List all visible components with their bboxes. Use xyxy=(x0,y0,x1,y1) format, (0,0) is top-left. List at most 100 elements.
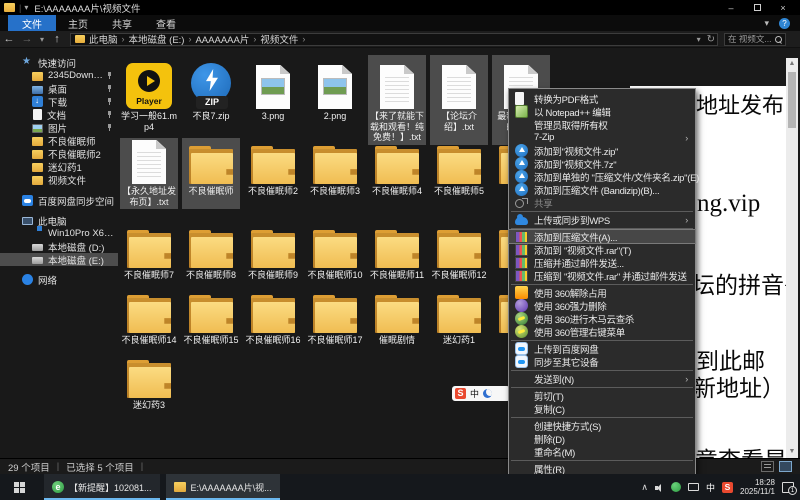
sidebar-item[interactable]: 迷幻药1 xyxy=(0,160,118,173)
sidebar-item[interactable]: 2345Downloads xyxy=(0,69,118,82)
file-item[interactable]: 不良催眠师11 xyxy=(368,222,426,283)
taskbar-task[interactable]: E:\AAAAAAA片\视... xyxy=(166,474,280,500)
context-menu-item[interactable]: 使用 360进行木马云查杀 xyxy=(509,312,695,325)
sidebar-item[interactable]: 文档 xyxy=(0,108,118,121)
sidebar-item[interactable]: 下载 xyxy=(0,95,118,108)
tab-home[interactable]: 主页 xyxy=(56,15,100,31)
sogou-ime-bar[interactable]: S 中 xyxy=(452,386,510,401)
taskbar-task[interactable]: e【新提醒】102081... xyxy=(44,474,160,500)
file-item[interactable]: 不良催眠师3 xyxy=(306,138,364,209)
file-item[interactable]: 不良催眠师8 xyxy=(182,222,240,283)
clock[interactable]: 18:28 2025/11/1 xyxy=(740,478,775,496)
context-menu-item[interactable]: 使用 360解除占用 xyxy=(509,286,695,299)
context-menu-item[interactable]: 添加到"视频文件.7z" xyxy=(509,157,695,170)
file-item[interactable]: 不良催眠师5 xyxy=(430,138,488,209)
recent-locations-icon[interactable]: ▾ xyxy=(36,35,48,44)
qat-dropdown-icon[interactable]: ▾ xyxy=(24,3,28,12)
context-menu-item[interactable]: 压缩到 "视频文件.rar" 并通过邮件发送 xyxy=(509,269,695,282)
ime-language-indicator[interactable]: 中 xyxy=(706,481,715,494)
address-dropdown-icon[interactable]: ▾ xyxy=(697,35,701,44)
sidebar-item[interactable]: Win10Pro X64 (C:) xyxy=(0,227,118,240)
action-center-icon[interactable]: 1 xyxy=(782,482,794,493)
file-item[interactable]: 不良催眠师16 xyxy=(244,287,302,348)
breadcrumb-item[interactable]: 本地磁盘 (E:) xyxy=(129,32,185,46)
context-menu-item[interactable]: 以 Notepad++ 编辑 xyxy=(509,105,695,118)
search-box[interactable]: 在 视频文... xyxy=(724,33,786,46)
ribbon-expand-icon[interactable]: ▾ xyxy=(764,18,769,29)
file-item[interactable]: 【永久地址发布页】.txt xyxy=(120,138,178,209)
context-menu-item[interactable]: 添加到单独的 "压缩文件/文件夹名.zip"(E) xyxy=(509,170,695,183)
up-button[interactable]: ↑ xyxy=(48,33,66,45)
context-menu-item[interactable]: 7-Zip› xyxy=(509,131,695,144)
sidebar-section-3[interactable]: 网络 xyxy=(0,273,118,286)
file-item[interactable]: 不良催眠师15 xyxy=(182,287,240,348)
context-menu-item[interactable]: 管理员取得所有权 xyxy=(509,118,695,131)
breadcrumb-item[interactable]: AAAAAAA片 xyxy=(195,32,249,46)
document-scrollbar[interactable]: ▲ ▼ xyxy=(786,58,798,458)
context-menu-item[interactable]: 添加到压缩文件 (Bandizip)(B)... xyxy=(509,183,695,196)
tab-share[interactable]: 共享 xyxy=(100,15,144,31)
sidebar-item[interactable]: 本地磁盘 (D:) xyxy=(0,240,118,253)
tab-file[interactable]: 文件 xyxy=(8,15,56,31)
context-menu-item[interactable]: 添加到压缩文件(A)... xyxy=(509,230,695,243)
context-menu-item[interactable]: 重命名(M) xyxy=(509,445,695,458)
context-menu-item[interactable]: 使用 360强力删除 xyxy=(509,299,695,312)
file-item[interactable]: 不良催眠师17 xyxy=(306,287,364,348)
refresh-icon[interactable]: ↻ xyxy=(707,34,715,45)
file-item[interactable]: 催眠剧情 xyxy=(368,287,426,348)
context-menu-item[interactable]: 上传到百度网盘 xyxy=(509,342,695,355)
file-item[interactable]: 不良催眠师4 xyxy=(368,138,426,209)
sidebar-section-0[interactable]: 快速访问 xyxy=(0,56,118,69)
file-item[interactable]: 【来了就能下载和观看！纯免费！】.txt xyxy=(368,55,426,145)
file-item[interactable]: 3.png xyxy=(244,55,302,145)
file-item[interactable]: 迷幻药1 xyxy=(430,287,488,348)
minimize-button[interactable]: – xyxy=(718,0,744,15)
context-menu-item[interactable]: 复制(C) xyxy=(509,402,695,415)
help-icon[interactable]: ? xyxy=(779,18,790,29)
volume-icon[interactable] xyxy=(655,483,664,492)
file-item[interactable]: 【论坛介绍】.txt xyxy=(430,55,488,145)
file-item[interactable]: 迷幻药3 xyxy=(120,352,178,413)
context-menu-item[interactable]: 添加到 "视频文件.rar"(T) xyxy=(509,243,695,256)
moon-icon[interactable] xyxy=(483,389,492,398)
file-item[interactable]: 不良催眠师14 xyxy=(120,287,178,348)
close-button[interactable]: × xyxy=(770,0,796,15)
sidebar-section-2[interactable]: 此电脑 xyxy=(0,214,118,227)
start-button[interactable] xyxy=(0,474,38,500)
context-menu-item[interactable]: 共享 xyxy=(509,196,695,209)
network-icon[interactable] xyxy=(688,483,699,491)
ime-mode-indicator[interactable]: 中 xyxy=(470,387,479,400)
file-item[interactable]: 不良催眠师7 xyxy=(120,222,178,283)
context-menu-item[interactable]: 发送到(N)› xyxy=(509,372,695,385)
scroll-up-icon[interactable]: ▲ xyxy=(789,58,796,70)
context-menu-item[interactable]: 转换为PDF格式 xyxy=(509,92,695,105)
context-menu-item[interactable]: 剪切(T) xyxy=(509,389,695,402)
context-menu-item[interactable]: 创建快捷方式(S) xyxy=(509,419,695,432)
details-view-icon[interactable] xyxy=(761,461,774,472)
context-menu-item[interactable]: 压缩并通过邮件发送... xyxy=(509,256,695,269)
context-menu-item[interactable]: 删除(D) xyxy=(509,432,695,445)
forward-button[interactable]: → xyxy=(18,33,36,45)
file-item[interactable]: 不良催眠师 xyxy=(182,138,240,209)
file-item[interactable]: Player学习一般61.mp4 xyxy=(120,55,178,145)
sidebar-item[interactable]: 视频文件 xyxy=(0,173,118,186)
sidebar-item[interactable]: 图片 xyxy=(0,121,118,134)
scroll-down-icon[interactable]: ▼ xyxy=(789,446,796,458)
scrollbar-thumb[interactable] xyxy=(788,72,796,128)
file-item[interactable]: 不良催眠师2 xyxy=(244,138,302,209)
context-menu-item[interactable]: 同步至其它设备 xyxy=(509,355,695,368)
sidebar-item[interactable]: 桌面 xyxy=(0,82,118,95)
file-item[interactable]: 不良催眠师9 xyxy=(244,222,302,283)
back-button[interactable]: ← xyxy=(0,33,18,45)
file-item[interactable]: 不良催眠师12 xyxy=(430,222,488,283)
context-menu-item[interactable]: 使用 360管理右键菜单 xyxy=(509,325,695,338)
breadcrumb-item[interactable]: 视频文件 xyxy=(260,32,298,46)
tray-expand-icon[interactable]: ∧ xyxy=(641,482,648,493)
sidebar-item[interactable]: 本地磁盘 (E:) xyxy=(0,253,118,266)
thumbnails-view-icon[interactable] xyxy=(779,461,792,472)
breadcrumb-item[interactable]: 此电脑 xyxy=(89,32,118,46)
sidebar-item[interactable]: 不良催眠师 xyxy=(0,134,118,147)
file-item[interactable]: 2.png xyxy=(306,55,364,145)
context-menu-item[interactable]: 上传或同步到WPS› xyxy=(509,213,695,226)
context-menu-item[interactable]: 添加到"视频文件.zip" xyxy=(509,144,695,157)
